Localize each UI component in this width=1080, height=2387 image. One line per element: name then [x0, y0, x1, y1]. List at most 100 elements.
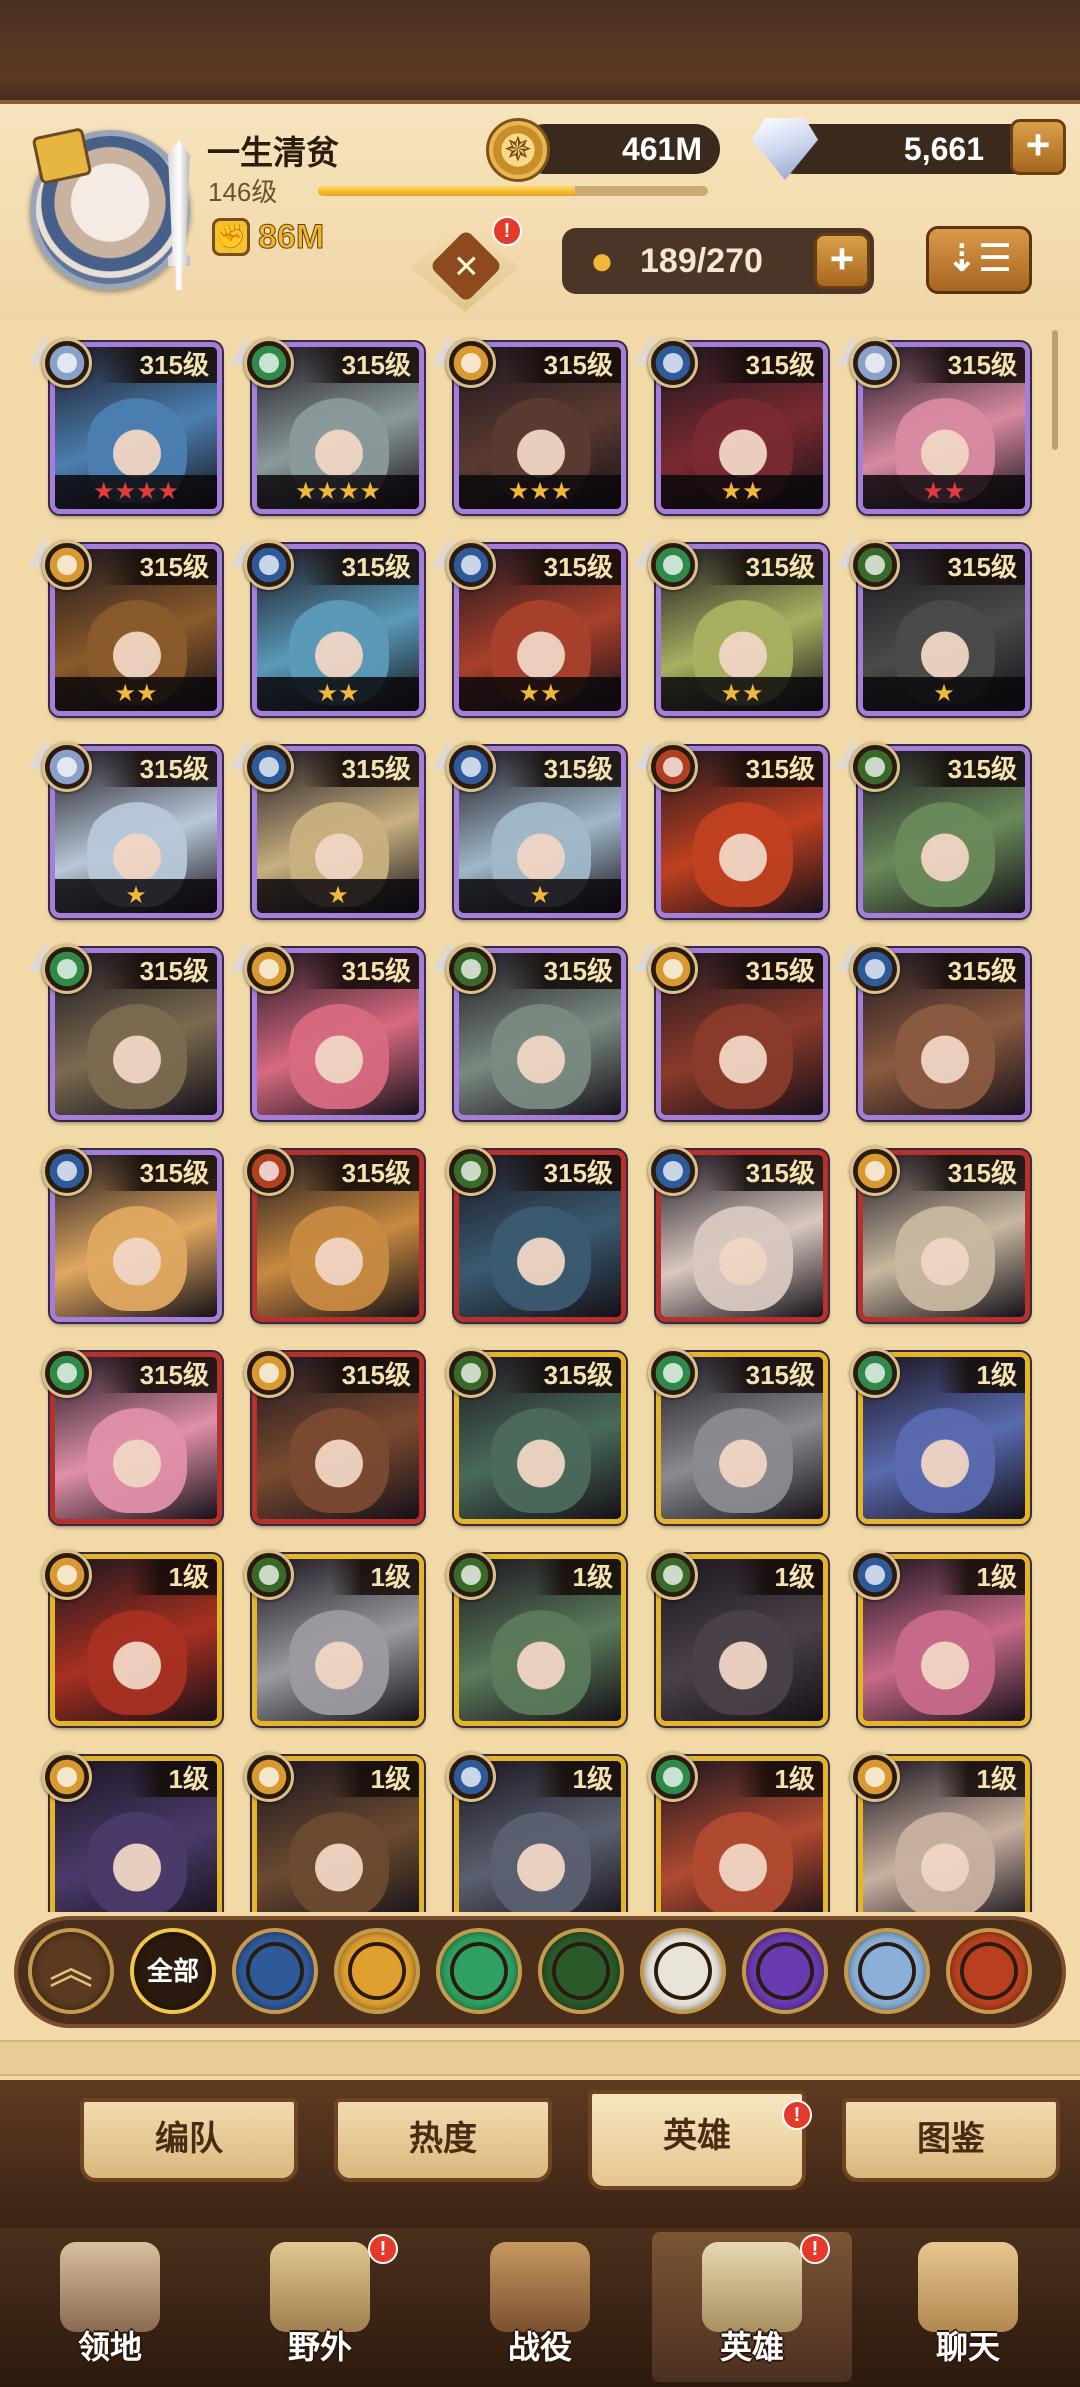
mauler-filter-icon[interactable] — [538, 1928, 624, 2014]
mauler-faction-icon — [446, 1348, 496, 1398]
add-hero-slots-button[interactable]: + — [814, 233, 870, 289]
celestial-faction-icon — [850, 338, 900, 388]
mauler-faction-icon — [850, 540, 900, 590]
wilder-faction-icon — [648, 540, 698, 590]
hero-face — [87, 1605, 187, 1715]
hypogean-filter-icon[interactable] — [742, 1928, 828, 2014]
hero-level: 315级 — [99, 1155, 217, 1191]
hero-face — [491, 999, 591, 1109]
hero-face — [895, 797, 995, 907]
hero-face — [87, 1807, 187, 1912]
graveborn-faction-icon — [244, 944, 294, 994]
hero-face — [289, 1807, 389, 1912]
castle-icon — [60, 2242, 160, 2332]
divider-strip — [0, 2040, 1080, 2076]
sort-button[interactable]: ⇣☰ — [926, 226, 1032, 294]
hero-face — [693, 1807, 793, 1912]
celestial-filter-icon[interactable] — [640, 1928, 726, 2014]
hero-level: 315级 — [705, 549, 823, 585]
hero-level: 315级 — [705, 751, 823, 787]
hero-face — [87, 1403, 187, 1513]
hero-stars: ★ — [459, 879, 621, 913]
hero-stars: ★★★ — [459, 475, 621, 509]
nav-chat[interactable]: 聊天 — [868, 2232, 1068, 2382]
lightbearer-filter-icon[interactable] — [232, 1928, 318, 2014]
hero-level: 315级 — [705, 1357, 823, 1393]
hero-grid-scrollbar[interactable] — [1052, 330, 1058, 450]
hero-face — [491, 1201, 591, 1311]
battle-sword-icon — [490, 2242, 590, 2332]
chevron-up-icon[interactable]: ︽ — [28, 1928, 114, 2014]
awakening-alert-badge: ! — [492, 216, 522, 246]
hero-face — [895, 999, 995, 1109]
graveborn-faction-icon — [42, 1752, 92, 1802]
hero-level: 1级 — [128, 1559, 217, 1595]
hero-level: 315级 — [301, 751, 419, 787]
wilder-filter-icon[interactable] — [436, 1928, 522, 2014]
hero-face — [895, 1807, 995, 1912]
hero-face — [895, 1403, 995, 1513]
hero-level: 1级 — [128, 1761, 217, 1797]
nav-battle[interactable]: 战役 — [440, 2232, 640, 2382]
hero-level: 315级 — [503, 549, 621, 585]
gold-display: 461M — [520, 124, 720, 174]
tab-heroes[interactable]: 英雄 — [588, 2090, 806, 2190]
hypogean-faction-icon — [244, 1146, 294, 1196]
lightbearer-faction-icon — [850, 944, 900, 994]
tab-formation[interactable]: 编队 — [80, 2098, 298, 2182]
wilder-faction-icon — [42, 944, 92, 994]
hero-stars: ★★ — [863, 475, 1025, 509]
hero-face — [87, 1201, 187, 1311]
wilder-faction-icon — [648, 1348, 698, 1398]
tab-codex[interactable]: 图鉴 — [842, 2098, 1060, 2182]
hero-stars: ★★ — [257, 677, 419, 711]
hero-level: 315级 — [705, 347, 823, 383]
xp-progress-fill — [318, 186, 576, 196]
hero-face — [491, 1807, 591, 1912]
wilder-faction-icon — [850, 1348, 900, 1398]
hero-level: 315级 — [907, 347, 1025, 383]
combat-power: 86M — [257, 218, 325, 257]
hero-level: 315级 — [705, 1155, 823, 1191]
hero-face — [491, 1605, 591, 1715]
wilds-alert-badge: ! — [368, 2234, 398, 2264]
dimensional-filter-icon[interactable] — [844, 1928, 930, 2014]
lightbearer-faction-icon — [244, 540, 294, 590]
nav-battle-label: 战役 — [507, 2329, 572, 2365]
nav-territory[interactable]: 领地 — [10, 2232, 210, 2382]
hero-level: 315级 — [907, 953, 1025, 989]
hero-level: 1级 — [532, 1559, 621, 1595]
fist-icon: ✊ — [212, 218, 250, 256]
lightbearer-faction-icon — [446, 1752, 496, 1802]
nav-wilds-label: 野外 — [287, 2329, 352, 2365]
filter-all-button[interactable]: 全部 — [130, 1928, 216, 2014]
graveborn-filter-icon[interactable] — [334, 1928, 420, 2014]
hero-level: 1级 — [936, 1559, 1025, 1595]
graveborn-faction-icon — [648, 944, 698, 994]
lightbearer-faction-icon — [244, 742, 294, 792]
hero-level: 1级 — [734, 1761, 823, 1797]
hero-level: 315级 — [503, 953, 621, 989]
mauler-faction-icon — [244, 1550, 294, 1600]
hero-level: 315级 — [907, 549, 1025, 585]
nav-territory-label: 领地 — [77, 2329, 142, 2365]
draconis-filter-icon[interactable] — [946, 1928, 1032, 2014]
hero-stars: ★★ — [661, 677, 823, 711]
hero-stars: ★★★★ — [55, 475, 217, 509]
graveborn-faction-icon — [42, 1550, 92, 1600]
hero-face — [895, 1201, 995, 1311]
lightbearer-faction-icon — [446, 742, 496, 792]
mauler-faction-icon — [648, 1550, 698, 1600]
graveborn-faction-icon — [42, 540, 92, 590]
tab-popularity[interactable]: 热度 — [334, 2098, 552, 2182]
nav-chat-label: 聊天 — [935, 2329, 1000, 2365]
hero-stars: ★★ — [661, 475, 823, 509]
hero-level: 315级 — [705, 953, 823, 989]
lightbearer-faction-icon — [648, 1146, 698, 1196]
hero-level: 315级 — [99, 751, 217, 787]
add-gems-button[interactable]: + — [1010, 119, 1066, 175]
player-name: 一生清贫 — [207, 134, 339, 171]
hero-level: 315级 — [99, 1357, 217, 1393]
graveborn-faction-icon — [850, 1752, 900, 1802]
heroes-nav-alert-badge: ! — [800, 2234, 830, 2264]
